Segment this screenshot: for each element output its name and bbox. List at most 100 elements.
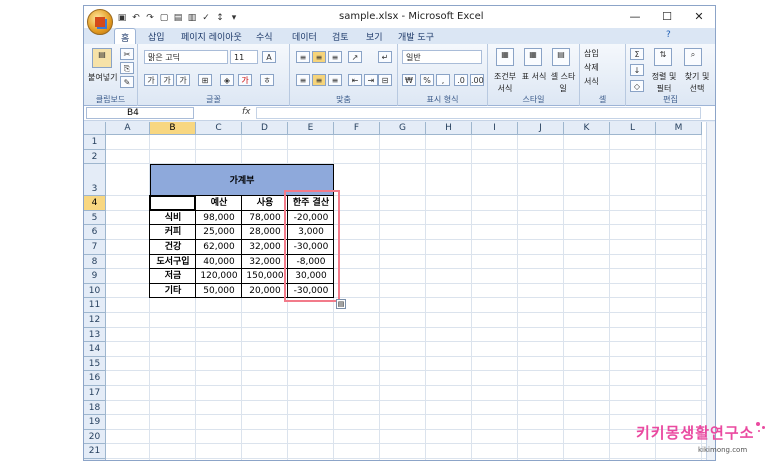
italic-icon[interactable]: 가 [160,74,174,86]
table-title-cell[interactable]: 가계부 [150,164,334,197]
align-left-icon[interactable]: ≡ [296,74,310,86]
insert-button[interactable]: 삽입 [584,48,599,60]
table-header-cell[interactable]: 사용 [242,196,288,211]
column-header-j[interactable]: J [518,122,564,135]
number-format-select[interactable]: 일반 [402,50,482,64]
cell-style-icon[interactable]: ▤ [552,48,570,66]
cut-icon[interactable]: ✂ [120,48,134,60]
decrease-decimal-icon[interactable]: .00 [470,74,484,86]
row-header-16[interactable]: 16 [84,371,106,386]
row-header-8[interactable]: 8 [84,254,106,270]
table-header-cell[interactable]: 예산 [196,196,242,211]
table-cell[interactable]: -20,000 [288,211,334,226]
table-cell[interactable]: 40,000 [196,255,242,270]
row-header-11[interactable]: 11 [84,298,106,313]
tab-review[interactable]: 검토 [332,30,349,43]
table-cell[interactable]: 32,000 [242,255,288,270]
font-name-select[interactable]: 맑은 고딕 [144,50,228,64]
paste-icon[interactable]: ▤ [92,48,112,68]
conditional-format-icon[interactable]: ▦ [496,48,514,66]
column-header-h[interactable]: H [426,122,472,135]
delete-button[interactable]: 삭제 [584,62,599,74]
table-format-icon[interactable]: ▦ [524,48,542,66]
more-icon[interactable]: ▾ [228,12,240,24]
print-icon[interactable]: ▤ [172,12,184,24]
row-header-12[interactable]: 12 [84,313,106,328]
office-button[interactable] [87,9,113,35]
maximize-button[interactable]: ☐ [651,6,683,28]
table-cell[interactable]: 3,000 [288,225,334,240]
paste-options-icon[interactable]: ▤ [336,299,346,310]
column-header-m[interactable]: M [656,122,702,135]
table-cell[interactable]: 20,000 [242,284,288,299]
column-header-k[interactable]: K [564,122,610,135]
save-icon[interactable]: ▣ [116,12,128,24]
align-center-icon[interactable]: ≡ [312,74,326,86]
column-header-a[interactable]: A [106,122,150,135]
table-cell[interactable]: 건강 [150,240,196,255]
close-button[interactable]: ✕ [683,6,715,28]
vertical-scrollbar[interactable] [706,122,715,460]
table-format-button[interactable]: 표 서식 [520,71,548,83]
row-header-15[interactable]: 15 [84,356,106,372]
help-icon[interactable]: ? [666,30,671,40]
sort-filter-button[interactable]: 정렬 및 필터 [648,71,680,95]
column-header-b[interactable]: B [150,122,196,135]
paste-button[interactable]: 붙여넣기 [88,72,117,84]
increase-decimal-icon[interactable]: .0 [454,74,468,86]
sort-icon[interactable]: ↕ [214,12,226,24]
row-header-4[interactable]: 4 [84,196,106,211]
row-header-19[interactable]: 19 [84,415,106,430]
column-header-l[interactable]: L [610,122,656,135]
table-cell[interactable]: 150,000 [242,269,288,284]
cell-style-button[interactable]: 셀 스타일 [548,71,578,95]
indent-icon[interactable]: ⇤ [348,74,362,86]
table-cell[interactable]: -30,000 [288,240,334,255]
minimize-button[interactable]: — [619,6,651,28]
align-top-icon[interactable]: ≡ [296,51,310,63]
tab-view[interactable]: 보기 [366,30,383,43]
align-bottom-icon[interactable]: ≡ [328,51,342,63]
row-header-1[interactable]: 1 [84,135,106,150]
autosum-icon[interactable]: Σ [630,48,644,60]
format-button[interactable]: 서식 [584,76,599,88]
column-header-e[interactable]: E [288,122,334,135]
phonetic-icon[interactable]: ㅎ [260,74,274,86]
format-painter-icon[interactable]: ✎ [120,76,134,88]
copy-icon[interactable]: ⎘ [120,62,134,74]
table-cell[interactable]: 78,000 [242,211,288,226]
undo-icon[interactable]: ↶ [130,12,142,24]
row-header-9[interactable]: 9 [84,269,106,284]
tab-home[interactable]: 홈 [114,28,137,45]
percent-icon[interactable]: % [420,74,434,86]
row-header-14[interactable]: 14 [84,342,106,357]
font-size-select[interactable]: 11 [230,50,258,64]
table-cell[interactable]: 30,000 [288,269,334,284]
outdent-icon[interactable]: ⇥ [364,74,378,86]
find-icon[interactable]: ⌕ [684,48,702,66]
conditional-format-button[interactable]: 조건부 서식 [490,71,520,95]
tab-page-layout[interactable]: 페이지 레이아웃 [181,30,242,43]
row-header-21[interactable]: 21 [84,444,106,459]
table-cell[interactable]: 식비 [150,211,196,226]
tab-data[interactable]: 데이터 [292,30,317,43]
table-cell[interactable]: 28,000 [242,225,288,240]
row-header-5[interactable]: 5 [84,210,106,226]
table-cell[interactable]: 기타 [150,284,196,299]
bold-icon[interactable]: 가 [144,74,158,86]
find-select-button[interactable]: 찾기 및 선택 [680,71,714,95]
tab-formulas[interactable]: 수식 [256,30,273,43]
column-header-f[interactable]: F [334,122,380,135]
align-middle-icon[interactable]: ≡ [312,51,326,63]
wrap-text-icon[interactable]: ↵ [378,51,392,63]
fill-icon[interactable]: ↓ [630,64,644,76]
row-header-2[interactable]: 2 [84,149,106,165]
column-header-i[interactable]: I [472,122,518,135]
row-header-17[interactable]: 17 [84,386,106,401]
row-header-10[interactable]: 10 [84,283,106,299]
table-cell[interactable]: 120,000 [196,269,242,284]
merge-icon[interactable]: ⊟ [378,74,392,86]
new-icon[interactable]: ▢ [158,12,170,24]
font-color-icon[interactable]: 가 [238,74,252,86]
table-cell[interactable]: -30,000 [288,284,334,299]
